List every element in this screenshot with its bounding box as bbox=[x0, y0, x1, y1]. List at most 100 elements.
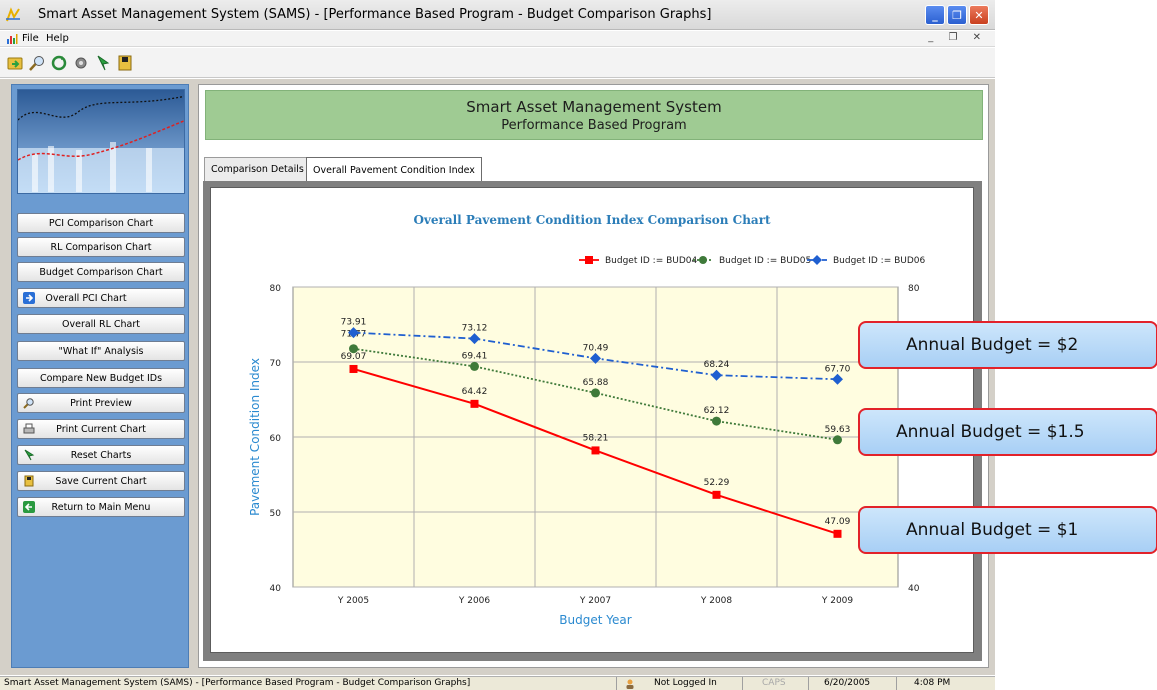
settings-icon[interactable] bbox=[72, 54, 90, 72]
button-label: Print Current Chart bbox=[56, 423, 146, 435]
pci-comparison-chart-button[interactable]: PCI Comparison Chart bbox=[17, 213, 185, 233]
x-tick-label: Y 2005 bbox=[337, 596, 369, 606]
main-content: Smart Asset Management System Performanc… bbox=[198, 84, 989, 668]
x-axis-title: Budget Year bbox=[559, 613, 631, 627]
tab-comparison-details[interactable]: Comparison Details bbox=[204, 157, 311, 181]
print-current-chart-button[interactable]: Print Current Chart bbox=[17, 419, 185, 439]
what-if-analysis-button[interactable]: "What If" Analysis bbox=[17, 341, 185, 361]
data-point-marker bbox=[349, 364, 358, 373]
data-label: 58.21 bbox=[583, 433, 609, 443]
reset-charts-button[interactable]: Reset Charts bbox=[17, 445, 185, 465]
data-point-marker bbox=[470, 399, 479, 408]
chart-thumbnail-image bbox=[17, 89, 185, 194]
data-point-marker bbox=[349, 344, 358, 354]
y-tick-label: 50 bbox=[270, 509, 282, 519]
overall-pci-chart-button[interactable]: Overall PCI Chart bbox=[17, 288, 185, 308]
data-label: 65.88 bbox=[583, 378, 609, 388]
search-icon[interactable] bbox=[28, 54, 46, 72]
banner-title: Smart Asset Management System bbox=[466, 98, 722, 116]
button-label: Print Preview bbox=[70, 397, 132, 409]
callout-budget-1: Annual Budget = $1 bbox=[858, 506, 1157, 554]
button-label: Save Current Chart bbox=[55, 475, 147, 487]
button-label: Budget Comparison Chart bbox=[39, 266, 163, 278]
tab-overall-pavement-condition-index[interactable]: Overall Pavement Condition Index bbox=[306, 157, 482, 182]
callout-text: Annual Budget = $2 bbox=[906, 335, 1079, 355]
button-label: RL Comparison Chart bbox=[50, 241, 152, 253]
button-label: Reset Charts bbox=[70, 449, 132, 461]
window-title: Smart Asset Management System (SAMS) - [… bbox=[38, 7, 712, 22]
data-label: 69.41 bbox=[462, 351, 488, 361]
legend-label: Budget ID := BUD06 bbox=[833, 256, 926, 266]
data-label: 64.42 bbox=[462, 387, 488, 397]
refresh-icon[interactable] bbox=[50, 54, 68, 72]
x-tick-label: Y 2006 bbox=[458, 596, 491, 606]
data-point-marker bbox=[833, 435, 842, 445]
budget-comparison-chart-button[interactable]: Budget Comparison Chart bbox=[17, 262, 185, 282]
menu-file[interactable]: File bbox=[22, 33, 39, 44]
button-label: Overall RL Chart bbox=[62, 318, 140, 330]
sidebar: PCI Comparison Chart RL Comparison Chart… bbox=[11, 84, 189, 668]
data-label: 68.24 bbox=[704, 360, 730, 370]
app-icon bbox=[6, 7, 20, 22]
data-label: 73.12 bbox=[462, 324, 488, 334]
chart-icon bbox=[7, 34, 18, 44]
data-point-marker bbox=[591, 388, 600, 398]
callout-budget-2: Annual Budget = $2 bbox=[858, 321, 1157, 369]
user-icon bbox=[626, 679, 634, 689]
data-point-marker bbox=[591, 446, 600, 455]
y-tick-label: 70 bbox=[270, 359, 282, 369]
button-label: PCI Comparison Chart bbox=[48, 217, 154, 229]
return-icon bbox=[23, 501, 35, 513]
legend-marker bbox=[585, 256, 593, 264]
print-preview-button[interactable]: Print Preview bbox=[17, 393, 185, 413]
return-to-main-menu-button[interactable]: Return to Main Menu bbox=[17, 497, 185, 517]
open-icon[interactable] bbox=[6, 54, 24, 72]
save-current-chart-button[interactable]: Save Current Chart bbox=[17, 471, 185, 491]
callout-budget-1-5: Annual Budget = $1.5 bbox=[858, 408, 1157, 456]
x-tick-label: Y 2009 bbox=[821, 596, 854, 606]
print-preview-icon bbox=[23, 398, 34, 409]
rl-comparison-chart-button[interactable]: RL Comparison Chart bbox=[17, 237, 185, 257]
x-tick-label: Y 2008 bbox=[700, 596, 733, 606]
data-label: 67.70 bbox=[825, 364, 851, 374]
data-point-marker bbox=[470, 361, 479, 371]
save-icon[interactable] bbox=[116, 54, 134, 72]
data-label: 62.12 bbox=[704, 406, 730, 416]
compare-new-budget-ids-button[interactable]: Compare New Budget IDs bbox=[17, 368, 185, 388]
mdi-window-controls[interactable]: _ ❐ ✕ bbox=[928, 32, 987, 43]
legend-marker bbox=[699, 256, 707, 264]
status-bar: Smart Asset Management System (SAMS) - [… bbox=[0, 676, 995, 690]
button-label: "What If" Analysis bbox=[58, 345, 144, 357]
menu-bar: File Help _ ❐ ✕ bbox=[0, 31, 995, 47]
banner-subtitle: Performance Based Program bbox=[501, 118, 687, 133]
status-time: 4:08 PM bbox=[914, 678, 951, 688]
close-button[interactable]: ✕ bbox=[969, 5, 989, 25]
menu-help[interactable]: Help bbox=[46, 33, 69, 44]
status-date: 6/20/2005 bbox=[824, 678, 871, 688]
header-banner: Smart Asset Management System Performanc… bbox=[205, 90, 983, 140]
data-label: 70.49 bbox=[583, 343, 609, 353]
restore-button[interactable]: ❐ bbox=[947, 5, 967, 25]
minimize-button[interactable]: _ bbox=[925, 5, 945, 25]
y-tick-label: 40 bbox=[270, 584, 282, 594]
legend-label: Budget ID := BUD05 bbox=[719, 256, 811, 266]
legend-marker bbox=[812, 255, 822, 265]
callout-text: Annual Budget = $1 bbox=[906, 520, 1079, 540]
caps-indicator: CAPS bbox=[762, 678, 786, 688]
data-point-marker bbox=[712, 490, 721, 499]
login-status: Not Logged In bbox=[654, 678, 717, 688]
legend-label: Budget ID := BUD04 bbox=[605, 256, 698, 266]
save-icon bbox=[24, 475, 34, 487]
button-label: Return to Main Menu bbox=[51, 501, 151, 513]
reset-icon[interactable] bbox=[94, 54, 112, 72]
printer-icon bbox=[23, 423, 35, 434]
data-point-marker bbox=[712, 416, 721, 426]
status-text: Smart Asset Management System (SAMS) - [… bbox=[4, 678, 471, 688]
y-tick-label-right: 40 bbox=[908, 584, 920, 594]
overall-rl-chart-button[interactable]: Overall RL Chart bbox=[17, 314, 185, 334]
arrow-right-icon bbox=[23, 292, 35, 304]
title-bar: Smart Asset Management System (SAMS) - [… bbox=[0, 0, 995, 30]
y-tick-label: 80 bbox=[270, 284, 282, 294]
callout-text: Annual Budget = $1.5 bbox=[896, 422, 1085, 442]
button-label: Overall PCI Chart bbox=[45, 292, 127, 304]
